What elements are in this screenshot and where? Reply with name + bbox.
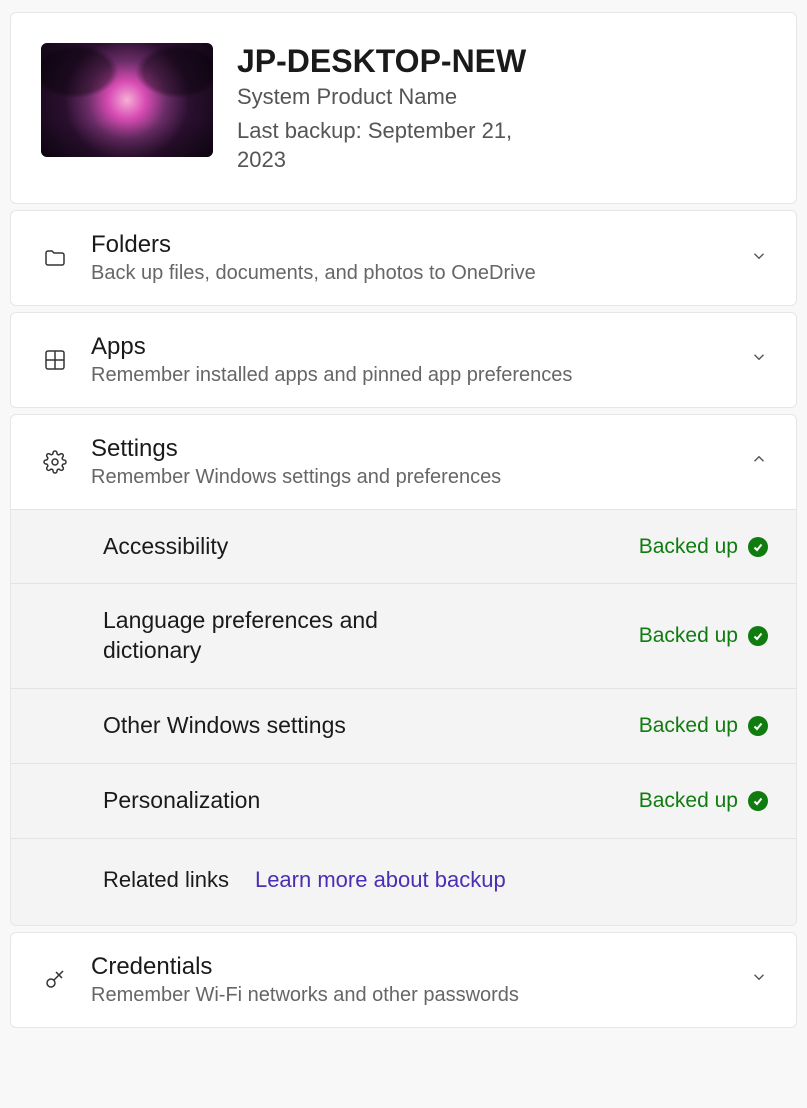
folders-title: Folders xyxy=(91,231,728,260)
learn-more-backup-link[interactable]: Learn more about backup xyxy=(255,867,506,893)
settings-item-name: Personalization xyxy=(103,786,260,816)
device-header-card: JP-DESKTOP-NEW System Product Name Last … xyxy=(10,12,797,204)
gear-icon xyxy=(41,450,69,474)
settings-subtitle: Remember Windows settings and preference… xyxy=(91,466,728,489)
apps-grid-icon xyxy=(41,348,69,372)
credentials-expander[interactable]: Credentials Remember Wi-Fi networks and … xyxy=(11,933,796,1027)
status-badge: Backed up xyxy=(639,789,768,813)
section-settings: Settings Remember Windows settings and p… xyxy=(10,414,797,926)
status-badge: Backed up xyxy=(639,714,768,738)
section-folders: Folders Back up files, documents, and ph… xyxy=(10,210,797,306)
credentials-title: Credentials xyxy=(91,953,728,982)
check-circle-icon xyxy=(748,791,768,811)
credentials-text: Credentials Remember Wi-Fi networks and … xyxy=(91,953,728,1007)
chevron-up-icon xyxy=(750,450,768,473)
apps-title: Apps xyxy=(91,333,728,362)
folders-subtitle: Back up files, documents, and photos to … xyxy=(91,262,728,285)
device-product-name: System Product Name xyxy=(237,84,547,110)
chevron-down-icon xyxy=(750,247,768,270)
related-links-row: Related links Learn more about backup xyxy=(11,838,796,925)
key-icon xyxy=(41,968,69,992)
device-wallpaper-thumbnail xyxy=(41,43,213,157)
settings-item-name: Other Windows settings xyxy=(103,711,346,741)
section-credentials: Credentials Remember Wi-Fi networks and … xyxy=(10,932,797,1028)
settings-item-accessibility: Accessibility Backed up xyxy=(11,509,796,584)
device-last-backup: Last backup: September 21, 2023 xyxy=(237,116,547,175)
settings-item-name: Language preferences and dictionary xyxy=(103,606,463,666)
credentials-subtitle: Remember Wi-Fi networks and other passwo… xyxy=(91,984,728,1007)
status-text: Backed up xyxy=(639,789,738,813)
status-text: Backed up xyxy=(639,535,738,559)
apps-subtitle: Remember installed apps and pinned app p… xyxy=(91,364,728,387)
settings-expander[interactable]: Settings Remember Windows settings and p… xyxy=(11,415,796,509)
apps-expander[interactable]: Apps Remember installed apps and pinned … xyxy=(11,313,796,407)
status-badge: Backed up xyxy=(639,624,768,648)
device-name: JP-DESKTOP-NEW xyxy=(237,43,547,80)
status-badge: Backed up xyxy=(639,535,768,559)
check-circle-icon xyxy=(748,626,768,646)
folder-icon xyxy=(41,246,69,270)
check-circle-icon xyxy=(748,716,768,736)
settings-items-list: Accessibility Backed up Language prefere… xyxy=(11,509,796,838)
related-links-label: Related links xyxy=(103,867,229,893)
check-circle-icon xyxy=(748,537,768,557)
section-apps: Apps Remember installed apps and pinned … xyxy=(10,312,797,408)
settings-title: Settings xyxy=(91,435,728,464)
chevron-down-icon xyxy=(750,968,768,991)
settings-item-name: Accessibility xyxy=(103,532,228,562)
apps-text: Apps Remember installed apps and pinned … xyxy=(91,333,728,387)
status-text: Backed up xyxy=(639,624,738,648)
folders-expander[interactable]: Folders Back up files, documents, and ph… xyxy=(11,211,796,305)
device-header-text: JP-DESKTOP-NEW System Product Name Last … xyxy=(237,43,547,175)
settings-item-other-windows: Other Windows settings Backed up xyxy=(11,688,796,763)
settings-item-personalization: Personalization Backed up xyxy=(11,763,796,838)
status-text: Backed up xyxy=(639,714,738,738)
settings-text: Settings Remember Windows settings and p… xyxy=(91,435,728,489)
folders-text: Folders Back up files, documents, and ph… xyxy=(91,231,728,285)
device-header: JP-DESKTOP-NEW System Product Name Last … xyxy=(11,13,796,203)
chevron-down-icon xyxy=(750,348,768,371)
settings-item-language: Language preferences and dictionary Back… xyxy=(11,583,796,688)
